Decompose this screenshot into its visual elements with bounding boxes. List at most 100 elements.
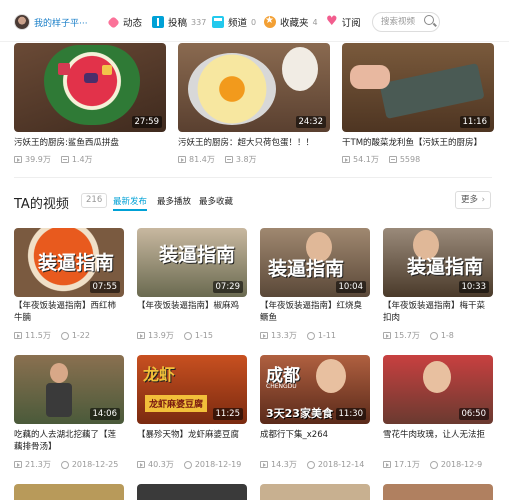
nav-item-label: 收藏夹 — [280, 18, 309, 29]
video-duration: 10:33 — [458, 281, 489, 293]
play-icon — [383, 461, 391, 468]
play-icon — [137, 332, 145, 339]
active-tab-indicator — [113, 209, 147, 211]
nav-item-dynamic[interactable]: 动态 — [107, 15, 143, 29]
section-count: 216 — [81, 193, 108, 208]
video-thumbnail[interactable]: 14:06 — [14, 355, 124, 424]
play-count: 40.3万 — [137, 459, 174, 470]
video-meta: 13.9万 1-15 — [137, 330, 213, 341]
thumbnail-banner: 3天23家美食 — [266, 407, 333, 420]
clock-icon — [183, 460, 192, 469]
video-duration: 24:32 — [295, 116, 326, 128]
video-title[interactable]: 吃藕的人去湖北挖藕了【莲藕排骨汤】 — [14, 429, 122, 453]
nav-item-uploads[interactable]: 投稿 337 — [152, 15, 206, 29]
video-thumbnail[interactable]: 装逼指南 07:55 — [14, 228, 124, 297]
video-title[interactable]: 成都行下集_x264 — [260, 429, 368, 441]
video-card[interactable]: 06:50 雪花牛肉玫瑰，让人无法拒绝 17.1万 2018-12-9 — [383, 355, 493, 471]
video-title[interactable]: 污妖王的厨房：超大只荷包蛋！！！ — [178, 137, 330, 149]
more-button[interactable]: 更多 — [455, 191, 491, 209]
video-card[interactable]: 14:06 吃藕的人去湖北挖藕了【莲藕排骨汤】 21.3万 2018-12-25 — [14, 355, 124, 471]
video-thumbnail[interactable]: 装逼指南 07:29 — [137, 228, 247, 297]
video-card[interactable]: 11:16 干TM的酸菜龙利鱼【污妖王的厨房】 54.1万 5598 — [342, 43, 494, 167]
play-count: 13.3万 — [260, 330, 297, 341]
video-thumbnail[interactable] — [383, 484, 493, 500]
nav-item-favorites[interactable]: 收藏夹 4 — [264, 15, 318, 29]
play-icon — [260, 461, 268, 468]
tab-most-played[interactable]: 最多播放 — [157, 195, 191, 207]
video-title[interactable]: 雪花牛肉玫瑰，让人无法拒绝 — [383, 429, 491, 441]
video-duration: 10:04 — [335, 281, 366, 293]
play-icon — [383, 332, 391, 339]
nav-item-label: 频道 — [228, 18, 248, 29]
video-meta: 15.7万 1-8 — [383, 330, 454, 341]
video-title[interactable]: 干TM的酸菜龙利鱼【污妖王的厨房】 — [342, 137, 494, 149]
clock-icon — [429, 460, 438, 469]
video-thumbnail[interactable] — [137, 484, 247, 500]
play-count: 39.9万 — [14, 154, 51, 165]
channel-icon — [212, 16, 224, 28]
video-meta: 14.3万 2018-12-14 — [260, 459, 364, 470]
video-card[interactable]: 24:32 污妖王的厨房：超大只荷包蛋！！！ 81.4万 3.8万 — [178, 43, 330, 167]
video-thumbnail[interactable]: 24:32 — [178, 43, 330, 132]
video-thumbnail[interactable]: 装逼指南 10:04 — [260, 228, 370, 297]
video-card[interactable]: 成都 CHENGDU 3天23家美食 11:30 成都行下集_x264 14.3… — [260, 355, 370, 471]
video-meta: 17.1万 2018-12-9 — [383, 459, 482, 470]
upload-date: 2018-12-19 — [183, 459, 241, 470]
username-link[interactable]: 我的样子平··· — [34, 16, 88, 29]
video-title[interactable]: 【暴殄天物】龙虾麻婆豆腐 — [137, 429, 245, 441]
video-thumbnail[interactable] — [260, 484, 370, 500]
play-count: 17.1万 — [383, 459, 420, 470]
video-thumbnail[interactable]: 27:59 — [14, 43, 166, 132]
video-thumbnail[interactable]: 装逼指南 10:33 — [383, 228, 493, 297]
avatar[interactable] — [14, 14, 30, 30]
play-icon — [137, 461, 145, 468]
clock-icon — [306, 331, 315, 340]
video-card[interactable]: 装逼指南 07:55 【年夜饭装逼指南】西红柿牛腩 11.5万 1-22 — [14, 228, 124, 344]
video-thumbnail[interactable]: 06:50 — [383, 355, 493, 424]
thumbnail-subcaption: CHENGDU — [266, 383, 297, 390]
nav-item-subscriptions[interactable]: ♥ 订阅 — [326, 15, 361, 29]
tab-latest[interactable]: 最新发布 — [113, 195, 147, 207]
play-count: 15.7万 — [383, 330, 420, 341]
video-title[interactable]: 污妖王的厨房:鲨鱼西瓜拼盘 — [14, 137, 166, 149]
video-title[interactable]: 【年夜饭装逼指南】梅干菜扣肉 — [383, 300, 491, 324]
section-title: TA的视频 — [14, 197, 69, 212]
video-thumbnail[interactable]: 11:16 — [342, 43, 494, 132]
play-count: 21.3万 — [14, 459, 51, 470]
search-icon[interactable] — [424, 15, 434, 25]
nav-item-label: 订阅 — [341, 18, 361, 29]
video-meta: 39.9万 1.4万 — [14, 154, 93, 165]
video-card[interactable]: 龙虾 龙虾麻婆豆腐 11:25 【暴殄天物】龙虾麻婆豆腐 40.3万 2018-… — [137, 355, 247, 471]
nav-item-label: 动态 — [123, 18, 143, 29]
thumbnail-banner: 龙虾麻婆豆腐 — [145, 395, 208, 412]
upload-date: 1-22 — [60, 330, 90, 341]
video-title[interactable]: 【年夜饭装逼指南】椒麻鸡 — [137, 300, 245, 324]
video-meta: 54.1万 5598 — [342, 154, 420, 165]
upload-icon — [152, 16, 164, 28]
video-card[interactable]: 装逼指南 10:04 【年夜饭装逼指南】红烧臭鳜鱼 13.3万 1-11 — [260, 228, 370, 344]
tab-most-favorited[interactable]: 最多收藏 — [199, 195, 233, 207]
video-card[interactable]: 装逼指南 07:29 【年夜饭装逼指南】椒麻鸡 13.9万 1-15 — [137, 228, 247, 344]
play-count: 13.9万 — [137, 330, 174, 341]
thumbnail-caption: 装逼指南 — [268, 258, 345, 280]
play-count: 54.1万 — [342, 154, 379, 165]
video-duration: 07:55 — [89, 281, 120, 293]
upload-date: 1-11 — [306, 330, 336, 341]
video-title[interactable]: 【年夜饭装逼指南】西红柿牛腩 — [14, 300, 122, 324]
video-card[interactable]: 装逼指南 10:33 【年夜饭装逼指南】梅干菜扣肉 15.7万 1-8 — [383, 228, 493, 344]
heart-icon: ♥ — [326, 14, 338, 29]
danmaku-icon — [60, 156, 69, 163]
video-thumbnail[interactable] — [14, 484, 124, 500]
video-thumbnail[interactable]: 成都 CHENGDU 3天23家美食 11:30 — [260, 355, 370, 424]
thumbnail-caption: 龙虾 — [143, 365, 176, 384]
video-thumbnail[interactable]: 龙虾 龙虾麻婆豆腐 11:25 — [137, 355, 247, 424]
video-duration: 11:30 — [335, 408, 366, 420]
upload-date: 2018-12-9 — [429, 459, 482, 470]
play-icon — [342, 156, 350, 163]
video-card[interactable]: 27:59 污妖王的厨房:鲨鱼西瓜拼盘 39.9万 1.4万 — [14, 43, 166, 167]
video-duration: 14:06 — [89, 408, 120, 420]
person-figure — [423, 361, 451, 393]
nav-item-channels[interactable]: 频道 0 — [212, 15, 256, 29]
video-title[interactable]: 【年夜饭装逼指南】红烧臭鳜鱼 — [260, 300, 368, 324]
dynamic-icon — [107, 15, 120, 29]
